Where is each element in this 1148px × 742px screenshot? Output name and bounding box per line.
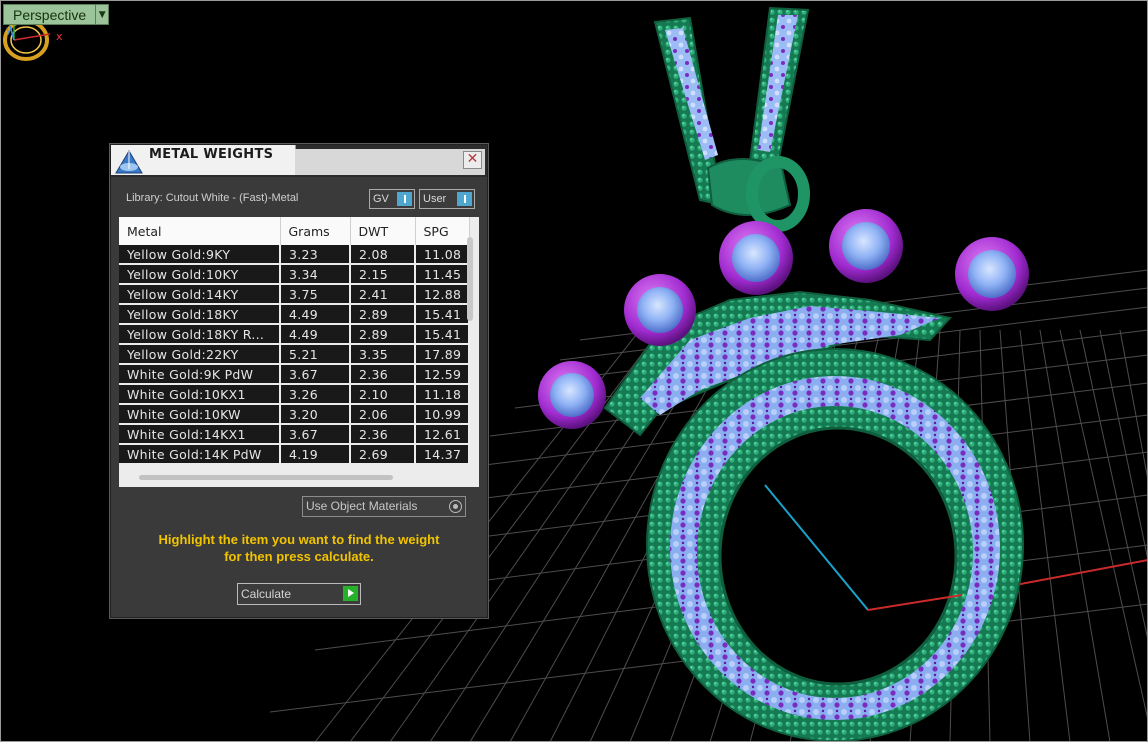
cell-grams: 3.26 bbox=[280, 384, 351, 405]
metal-weights-table: Metal Grams DWT SPG Yellow Gold:9KY 3.23 2… bbox=[119, 217, 470, 465]
scale-icon bbox=[115, 150, 143, 174]
table-row[interactable]: White Gold:10KW 3.20 2.06 10.99 bbox=[119, 404, 470, 425]
instruction-line-1: Highlight the item you want to find the … bbox=[158, 532, 440, 547]
table-row[interactable]: Yellow Gold:9KY 3.23 2.08 11.08 bbox=[119, 245, 470, 265]
table-row[interactable]: Yellow Gold:22KY 5.21 3.35 17.89 bbox=[119, 344, 470, 365]
cell-metal: White Gold:14KX1 bbox=[119, 424, 281, 445]
cell-grams: 3.67 bbox=[280, 424, 351, 445]
cell-dwt: 2.36 bbox=[350, 424, 416, 445]
table-row[interactable]: Yellow Gold:18KY R... 4.49 2.89 15.41 bbox=[119, 324, 470, 345]
cell-dwt: 2.10 bbox=[350, 384, 416, 405]
gv-dropdown[interactable]: GV bbox=[369, 189, 415, 209]
cell-dwt: 2.15 bbox=[350, 264, 416, 285]
panel-title: METAL WEIGHTS bbox=[149, 147, 274, 162]
metal-weights-panel: METAL WEIGHTS ✕ Library: Cutout White - … bbox=[110, 144, 488, 618]
cell-metal: White Gold:14K PdW bbox=[119, 444, 281, 465]
table-row[interactable]: Yellow Gold:10KY 3.34 2.15 11.45 bbox=[119, 264, 470, 285]
play-icon bbox=[343, 586, 358, 601]
pendant-o-ring bbox=[646, 348, 1024, 742]
library-label: Library: Cutout White - (Fast)-Metal bbox=[126, 192, 299, 204]
cell-spg: 12.59 bbox=[415, 364, 470, 385]
axis-x-label: x bbox=[56, 30, 63, 43]
cell-dwt: 2.06 bbox=[350, 404, 416, 425]
instruction-line-2: for then press calculate. bbox=[224, 549, 374, 564]
cell-grams: 4.49 bbox=[280, 304, 351, 325]
cell-spg: 11.08 bbox=[415, 245, 470, 265]
cell-metal: White Gold:10KX1 bbox=[119, 384, 281, 405]
cell-grams: 3.20 bbox=[280, 404, 351, 425]
cell-metal: White Gold:10KW bbox=[119, 404, 281, 425]
calculate-button[interactable]: Calculate bbox=[237, 583, 361, 605]
cell-spg: 10.99 bbox=[415, 404, 470, 425]
instruction-text: Highlight the item you want to find the … bbox=[111, 531, 487, 565]
dropdown-handle-icon bbox=[457, 192, 472, 206]
table-row[interactable]: Yellow Gold:18KY 4.49 2.89 15.41 bbox=[119, 304, 470, 325]
cell-grams: 3.67 bbox=[280, 364, 351, 385]
table-row[interactable]: Yellow Gold:14KY 3.75 2.41 12.88 bbox=[119, 284, 470, 305]
use-object-materials-label: Use Object Materials bbox=[306, 499, 418, 513]
column-header-spg[interactable]: SPG bbox=[415, 217, 470, 245]
cell-spg: 15.41 bbox=[415, 304, 470, 325]
cell-grams: 4.49 bbox=[280, 324, 351, 345]
cell-dwt: 2.89 bbox=[350, 304, 416, 325]
cell-spg: 15.41 bbox=[415, 324, 470, 345]
axis-y-label: y bbox=[6, 25, 12, 36]
horizontal-scrollbar[interactable] bbox=[139, 475, 393, 480]
cell-spg: 17.89 bbox=[415, 344, 470, 365]
cell-grams: 3.23 bbox=[280, 245, 351, 265]
table-header-row: Metal Grams DWT SPG bbox=[119, 217, 470, 245]
cell-spg: 11.18 bbox=[415, 384, 470, 405]
column-header-dwt[interactable]: DWT bbox=[350, 217, 416, 245]
vertical-scrollbar[interactable] bbox=[467, 237, 473, 321]
gv-dropdown-label: GV bbox=[373, 193, 389, 205]
cell-metal: Yellow Gold:22KY bbox=[119, 344, 281, 365]
title-bar-fill bbox=[295, 149, 485, 175]
cell-spg: 12.88 bbox=[415, 284, 470, 305]
cell-dwt: 3.35 bbox=[350, 344, 416, 365]
column-header-metal[interactable]: Metal bbox=[119, 217, 281, 245]
table-row[interactable]: White Gold:14KX1 3.67 2.36 12.61 bbox=[119, 424, 470, 445]
chevron-down-icon[interactable]: ▼ bbox=[96, 4, 110, 25]
cell-metal: Yellow Gold:10KY bbox=[119, 264, 281, 285]
cell-spg: 12.61 bbox=[415, 424, 470, 445]
cell-dwt: 2.89 bbox=[350, 324, 416, 345]
radio-icon bbox=[449, 500, 462, 513]
view-selector[interactable]: Perspective ▼ bbox=[3, 4, 110, 25]
table-row[interactable]: White Gold:10KX1 3.26 2.10 11.18 bbox=[119, 384, 470, 405]
cell-metal: Yellow Gold:14KY bbox=[119, 284, 281, 305]
metal-table[interactable]: Metal Grams DWT SPG Yellow Gold:9KY 3.23 2… bbox=[119, 217, 479, 487]
cell-spg: 11.45 bbox=[415, 264, 470, 285]
cell-metal: White Gold:9K PdW bbox=[119, 364, 281, 385]
panel-titlebar[interactable]: METAL WEIGHTS ✕ bbox=[111, 145, 487, 177]
table-row[interactable]: White Gold:9K PdW 3.67 2.36 12.59 bbox=[119, 364, 470, 385]
cell-metal: Yellow Gold:18KY bbox=[119, 304, 281, 325]
cell-spg: 14.37 bbox=[415, 444, 470, 465]
cell-dwt: 2.36 bbox=[350, 364, 416, 385]
dropdown-handle-icon bbox=[397, 192, 412, 206]
cell-dwt: 2.41 bbox=[350, 284, 416, 305]
cell-metal: Yellow Gold:18KY R... bbox=[119, 324, 281, 345]
use-object-materials-toggle[interactable]: Use Object Materials bbox=[302, 496, 466, 517]
table-row[interactable]: White Gold:14K PdW 4.19 2.69 14.37 bbox=[119, 444, 470, 465]
cell-grams: 5.21 bbox=[280, 344, 351, 365]
cell-dwt: 2.08 bbox=[350, 245, 416, 265]
cell-metal: Yellow Gold:9KY bbox=[119, 245, 281, 265]
pendant-bail bbox=[653, 6, 810, 232]
view-label[interactable]: Perspective bbox=[3, 4, 97, 25]
user-dropdown-label: User bbox=[423, 193, 447, 205]
close-button[interactable]: ✕ bbox=[463, 151, 482, 169]
cell-dwt: 2.69 bbox=[350, 444, 416, 465]
column-header-grams[interactable]: Grams bbox=[280, 217, 351, 245]
cell-grams: 3.75 bbox=[280, 284, 351, 305]
calculate-label: Calculate bbox=[241, 587, 292, 601]
cell-grams: 3.34 bbox=[280, 264, 351, 285]
cell-grams: 4.19 bbox=[280, 444, 351, 465]
user-dropdown[interactable]: User bbox=[419, 189, 475, 209]
